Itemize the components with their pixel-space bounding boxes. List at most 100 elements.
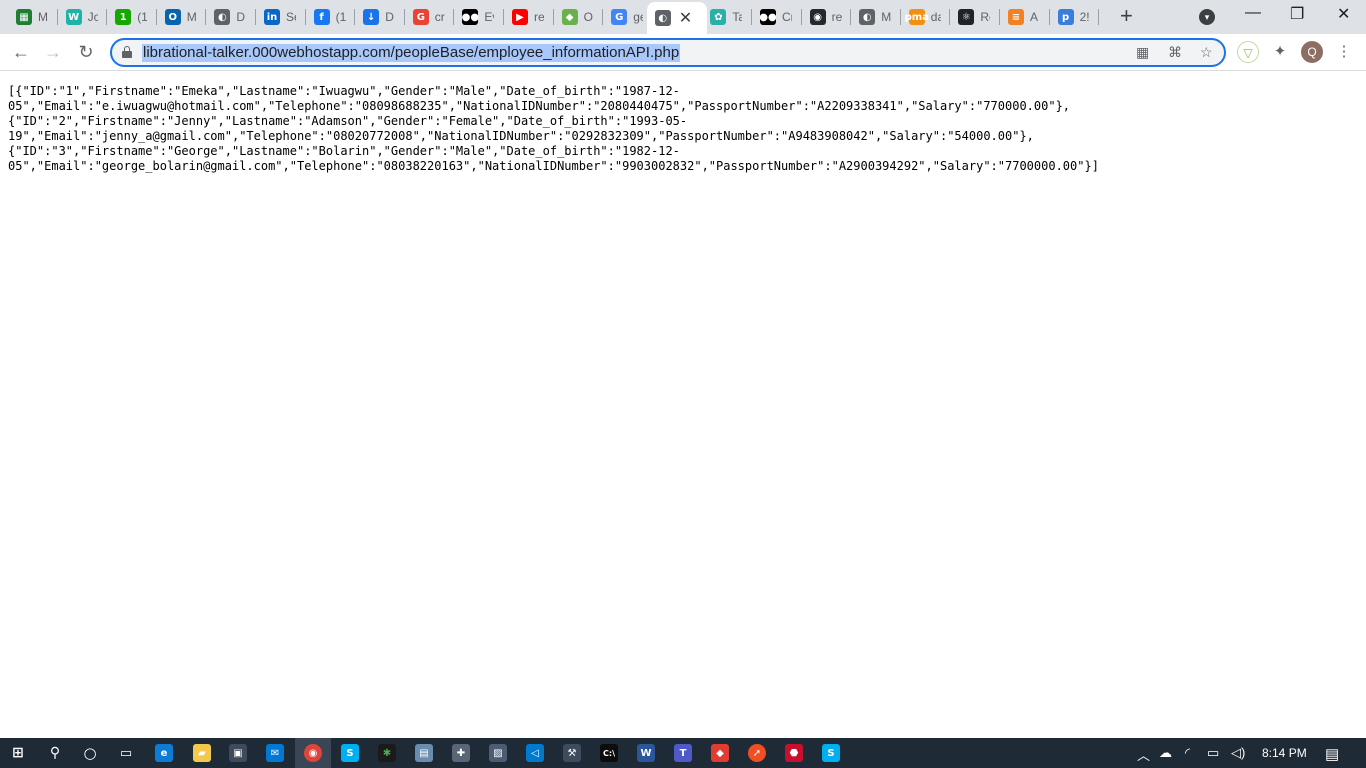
extension-shield-icon[interactable]: ▽ bbox=[1237, 41, 1259, 63]
tab-title: O bbox=[583, 10, 593, 24]
terminal-icon[interactable]: C:\ bbox=[600, 744, 618, 762]
browser-tab[interactable]: OM bbox=[157, 4, 207, 30]
browser-tab[interactable]: 1 (1 bbox=[107, 4, 157, 30]
close-tab-icon[interactable]: ✕ bbox=[679, 8, 692, 28]
browser-tab[interactable]: ◉ re bbox=[802, 4, 852, 30]
browser-tab[interactable]: ▶ re bbox=[504, 4, 554, 30]
medium-icon: ●● bbox=[462, 9, 479, 25]
postman-icon[interactable]: ➚ bbox=[748, 744, 766, 762]
task-view-icon[interactable]: ▭ bbox=[117, 744, 135, 762]
browser-tab[interactable]: Gcr bbox=[405, 4, 455, 30]
close-window-icon[interactable]: ✕ bbox=[1337, 4, 1350, 24]
qr-code-icon[interactable]: ▦ bbox=[1136, 44, 1149, 61]
app2-icon[interactable]: ⬣ bbox=[785, 744, 803, 762]
mail-icon[interactable]: ✉ bbox=[266, 744, 284, 762]
tab-title: Ta bbox=[732, 10, 743, 24]
workana-icon: W bbox=[65, 9, 82, 25]
browser-tab[interactable]: pmada bbox=[901, 4, 951, 30]
tab-title: re bbox=[831, 10, 842, 24]
tab-title: Cr bbox=[782, 10, 792, 24]
clock[interactable]: 8:14 PM bbox=[1262, 746, 1307, 760]
notes-icon[interactable]: ▤ bbox=[415, 744, 433, 762]
skype2-icon[interactable]: S bbox=[822, 744, 840, 762]
chrome-icon[interactable]: ◉ bbox=[304, 744, 322, 762]
tab-search-icon[interactable]: ▾ bbox=[1199, 9, 1215, 25]
tab-separator bbox=[1098, 9, 1100, 25]
tab-title: da bbox=[930, 10, 941, 24]
browser-tab[interactable]: ↓ D bbox=[355, 4, 405, 30]
medium-icon: ●● bbox=[759, 9, 777, 25]
url-text[interactable]: librational-talker.000webhostapp.com/peo… bbox=[142, 44, 681, 62]
browser-tab[interactable]: W Jc bbox=[58, 4, 108, 30]
browser-tab[interactable]: ◐ D bbox=[206, 4, 256, 30]
reload-button[interactable]: ↻ bbox=[74, 40, 98, 64]
browser-tab[interactable]: ◐ M bbox=[851, 4, 901, 30]
skype-icon[interactable]: S bbox=[341, 744, 359, 762]
browser-tab[interactable]: Gge bbox=[603, 4, 653, 30]
forward-button[interactable]: → bbox=[41, 40, 65, 64]
browser-tab[interactable]: ⚛ Re bbox=[950, 4, 1000, 30]
browser-tab[interactable]: ✿ Ta bbox=[702, 4, 752, 30]
anydesk-icon[interactable]: ◆ bbox=[711, 744, 729, 762]
onedrive-icon[interactable]: ☁ bbox=[1159, 745, 1172, 761]
tab-title: Re bbox=[980, 10, 990, 24]
browser-tab[interactable]: f (1 bbox=[306, 4, 356, 30]
search-icon[interactable]: ⚲ bbox=[46, 744, 64, 762]
extensions-puzzle-icon[interactable]: ✦ bbox=[1269, 41, 1291, 63]
tab-title: A bbox=[1030, 10, 1039, 24]
translate-icon[interactable]: ⌘ bbox=[1168, 44, 1182, 61]
browser-tab[interactable]: ◐ ✕ bbox=[646, 2, 707, 34]
windows-start-icon[interactable]: ⊞ bbox=[9, 744, 27, 762]
tab-title: cr bbox=[434, 10, 445, 24]
address-bar[interactable]: librational-talker.000webhostapp.com/peo… bbox=[110, 38, 1226, 67]
battery-icon[interactable]: ▭ bbox=[1207, 745, 1219, 761]
tailwind-icon: ✿ bbox=[710, 9, 727, 25]
facebook-icon: f bbox=[313, 9, 330, 25]
browser-tab[interactable]: ≡ A bbox=[1000, 4, 1050, 30]
tab-title: Ev bbox=[484, 10, 494, 24]
photos-icon[interactable]: ▨ bbox=[489, 744, 507, 762]
tab-title: Se bbox=[286, 10, 296, 24]
json-response-text: [{"ID":"1","Firstname":"Emeka","Lastname… bbox=[8, 84, 1099, 173]
tab-title: D bbox=[236, 10, 246, 24]
app-icon[interactable]: ✱ bbox=[378, 744, 396, 762]
store-icon[interactable]: ▣ bbox=[229, 744, 247, 762]
file-explorer-icon[interactable]: ▰ bbox=[193, 744, 211, 762]
globe-icon: ◐ bbox=[859, 9, 876, 25]
cortana-icon[interactable]: ○ bbox=[81, 744, 99, 762]
back-button[interactable]: ← bbox=[9, 40, 33, 64]
vscode-icon[interactable]: ◁ bbox=[526, 744, 544, 762]
github-icon: ◉ bbox=[809, 9, 826, 25]
tray-chevron-icon[interactable]: ︿ bbox=[1137, 745, 1150, 764]
restore-icon[interactable]: ❐ bbox=[1290, 4, 1304, 24]
new-tab-button[interactable]: + bbox=[1120, 5, 1133, 27]
browser-tab[interactable]: ●● Cr bbox=[752, 4, 802, 30]
tab-title: 2! bbox=[1079, 10, 1090, 24]
browser-tab[interactable]: p 2! bbox=[1050, 4, 1100, 30]
browser-tab[interactable]: ◆ O bbox=[554, 4, 604, 30]
browser-tab[interactable]: in Se bbox=[256, 4, 306, 30]
tab-title: M bbox=[881, 10, 892, 24]
tab-title: D bbox=[385, 10, 394, 24]
browser-toolbar: ← → ↻ librational-talker.000webhostapp.c… bbox=[0, 34, 1366, 71]
profile-avatar[interactable]: Q bbox=[1301, 41, 1323, 63]
globe-icon: ◐ bbox=[654, 10, 671, 26]
menu-kebab-icon[interactable]: ⋮ bbox=[1333, 41, 1355, 63]
notifications-icon[interactable]: ▤ bbox=[1325, 745, 1339, 763]
wifi-icon[interactable]: ◜ bbox=[1185, 745, 1190, 761]
edge-icon[interactable]: e bbox=[155, 744, 173, 762]
tab-strip: + ▾ — ❐ ✕ ▦MWJc1(1OM◐DinSef(1↓DGcr●●Ev▶r… bbox=[0, 0, 1366, 34]
bookmark-star-icon[interactable]: ☆ bbox=[1200, 44, 1213, 61]
word-icon[interactable]: W bbox=[637, 744, 655, 762]
browser-tab[interactable]: ●● Ev bbox=[454, 4, 504, 30]
lock-icon[interactable] bbox=[122, 46, 132, 58]
slack-icon[interactable]: ✚ bbox=[452, 744, 470, 762]
pma-icon: pma bbox=[905, 9, 929, 25]
teams-icon[interactable]: T bbox=[674, 744, 692, 762]
globe-icon: ◐ bbox=[214, 9, 231, 25]
browser-tab[interactable]: ▦ M bbox=[8, 4, 58, 30]
tool-icon[interactable]: ⚒ bbox=[563, 744, 581, 762]
minimize-icon[interactable]: — bbox=[1245, 4, 1261, 22]
volume-icon[interactable]: ◁) bbox=[1231, 745, 1245, 761]
tab-title: ge bbox=[633, 10, 643, 24]
